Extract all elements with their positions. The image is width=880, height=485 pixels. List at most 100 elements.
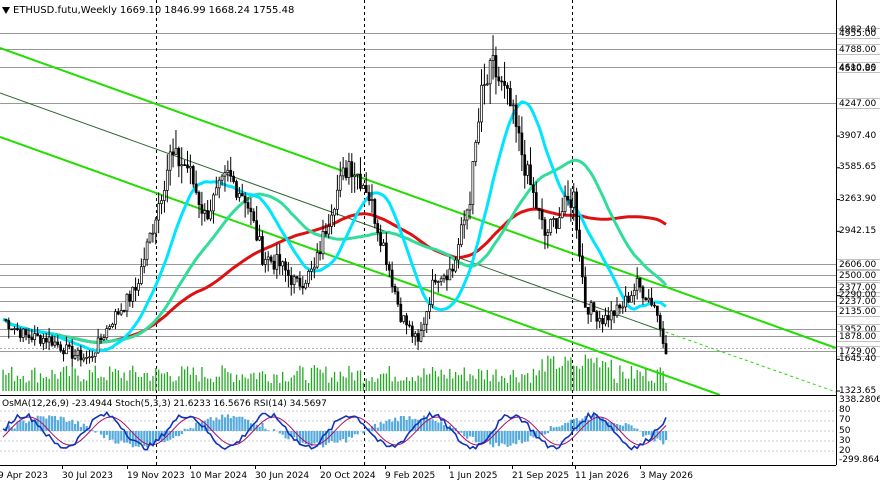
candle-bull — [131, 286, 135, 302]
osma-bar — [575, 417, 578, 431]
osma-bar — [62, 417, 65, 431]
osma-bar — [195, 422, 198, 431]
candle-bull — [174, 147, 178, 155]
candle-bear — [445, 275, 449, 281]
price-level-tag: 1878.00 — [837, 331, 880, 342]
osma-bar — [174, 431, 178, 437]
volume-bar — [405, 377, 408, 391]
volume-bar — [483, 379, 486, 391]
volume-bar — [146, 372, 148, 391]
volume-bar — [659, 367, 661, 391]
candle-bear — [235, 181, 238, 198]
volume-bar — [204, 376, 206, 391]
candle-bear — [534, 192, 538, 209]
volume-bar — [478, 368, 480, 391]
osma-bar — [569, 419, 573, 431]
osma-bar — [117, 431, 120, 444]
osma-bar — [388, 419, 391, 431]
osma-bar — [307, 431, 310, 444]
date-label: 30 Jun 2024 — [255, 471, 310, 481]
candle-bull — [105, 328, 109, 338]
osma-bar — [238, 416, 241, 431]
osma-bar — [339, 431, 342, 441]
candle-bull — [413, 333, 417, 337]
candle-bull — [114, 311, 117, 325]
candle-bear — [36, 333, 39, 336]
osma-bar — [347, 431, 351, 437]
volume-bar — [224, 368, 226, 391]
volume-bar — [541, 359, 543, 391]
candle-bull — [73, 354, 77, 359]
candle-bear — [523, 154, 527, 176]
volume-bar — [460, 374, 463, 391]
osma-bar — [278, 431, 281, 434]
candle-bull — [353, 174, 357, 178]
candle-bear — [56, 341, 60, 346]
volume-bar — [336, 381, 339, 391]
candle-bull — [85, 357, 88, 359]
chart-canvas[interactable] — [0, 0, 880, 485]
volume-bar — [238, 380, 241, 391]
osma-bar — [356, 431, 359, 435]
dropdown-triangle-icon[interactable] — [2, 6, 10, 14]
volume-bar — [48, 378, 50, 391]
candle-bull — [457, 244, 460, 261]
candle-bear — [318, 252, 322, 255]
volume-bar — [506, 382, 509, 391]
candle-bull — [546, 232, 550, 236]
candle-bear — [39, 335, 42, 344]
volume-bar — [305, 379, 307, 391]
osma-bar — [362, 431, 365, 434]
osma-bar — [385, 420, 388, 431]
osma-bar — [212, 420, 215, 431]
candle-bull — [281, 261, 284, 267]
volume-bar — [558, 367, 561, 391]
candle-bear — [385, 242, 388, 265]
volume-bar — [550, 358, 552, 391]
candle-bull — [471, 161, 475, 206]
volume-bar — [88, 369, 91, 391]
osma-bar — [134, 431, 137, 447]
date-label: 3 May 2026 — [640, 471, 693, 481]
osma-bar — [48, 415, 51, 431]
osma-bar — [379, 422, 382, 431]
osma-bar — [471, 431, 475, 437]
candle-bull — [137, 283, 140, 291]
candle-bear — [376, 223, 380, 233]
osma-bar — [76, 421, 80, 431]
volume-bar — [596, 357, 598, 391]
volume-bar — [149, 380, 151, 391]
candle-bear — [494, 55, 498, 78]
candle-bear — [206, 210, 210, 220]
candle-bull — [214, 187, 218, 196]
candle-bear — [261, 236, 264, 265]
osma-bar — [102, 431, 106, 439]
osma-bar — [313, 431, 316, 444]
candle-bull — [338, 175, 342, 191]
volume-bar — [16, 375, 19, 391]
osma-bar — [517, 431, 521, 440]
oscillator-header: OsMA(12,26,9) -23.4944 Stoch(5,3,3) 21.6… — [2, 399, 327, 409]
volume-bar — [233, 382, 235, 391]
osma-bar — [186, 429, 189, 431]
volume-bar — [325, 366, 327, 391]
candle-bull — [304, 282, 308, 289]
osma-bar — [443, 425, 446, 431]
volume-bar — [39, 373, 42, 391]
osma-bar — [345, 431, 348, 443]
osma-bar — [376, 427, 379, 431]
candle-bull — [488, 60, 492, 85]
volume-bar — [434, 370, 437, 391]
candle-bull — [21, 328, 25, 338]
candle-bull — [180, 164, 184, 167]
candle-bear — [618, 304, 622, 309]
volume-bar — [503, 377, 506, 391]
stoch-label: Stoch(5,3,3) 21.6233 16.5676 — [115, 399, 251, 409]
osma-bar — [500, 431, 503, 444]
price-level-tag: 2606.00 — [837, 259, 880, 270]
osma-bar — [641, 431, 645, 437]
candle-bull — [217, 179, 221, 189]
volume-bar — [163, 373, 166, 391]
date-label: 11 Jan 2026 — [575, 471, 629, 481]
candle-bull — [382, 242, 385, 246]
